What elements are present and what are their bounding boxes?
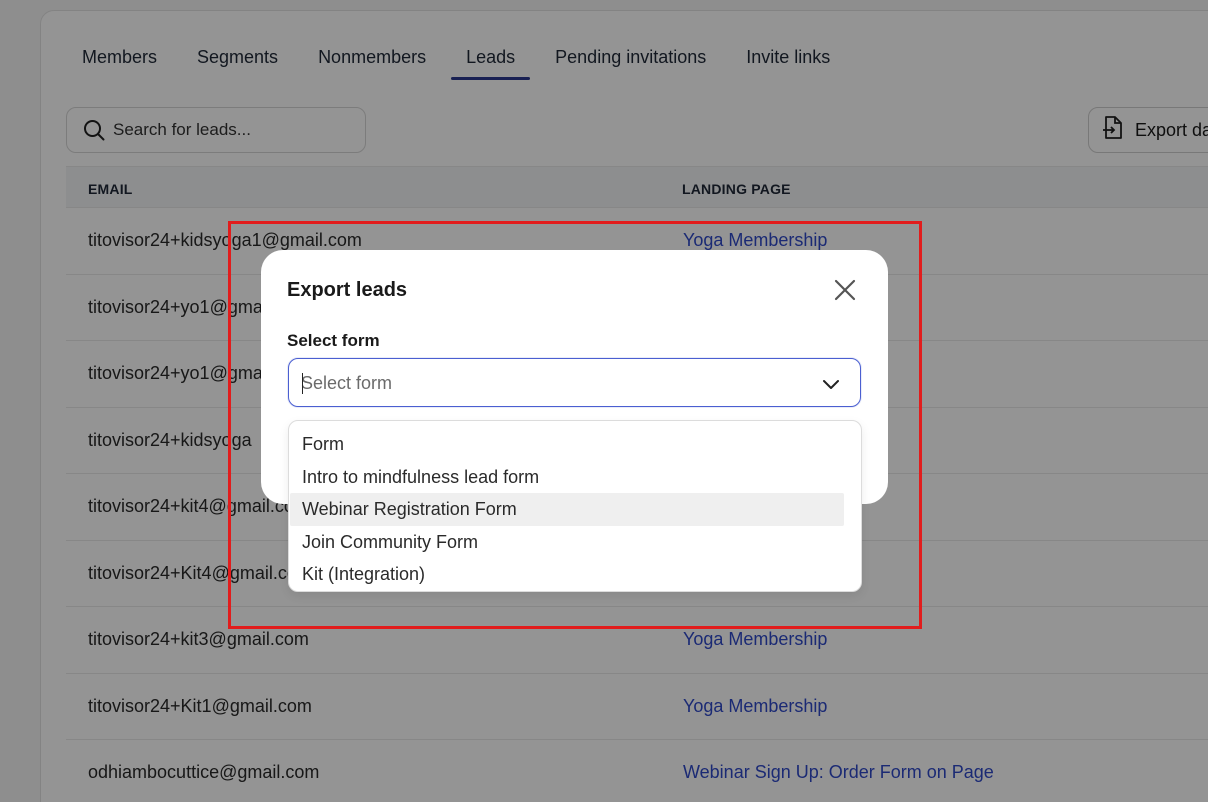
select-form-dropdown[interactable] <box>288 358 861 407</box>
chevron-down-icon[interactable] <box>821 374 841 394</box>
modal-title: Export leads <box>287 279 408 301</box>
option-webinar-registration-form[interactable]: Webinar Registration Form <box>290 493 844 526</box>
option-form[interactable]: Form <box>290 428 844 461</box>
close-button[interactable] <box>833 278 857 302</box>
close-icon <box>834 279 856 301</box>
option-join-community-form[interactable]: Join Community Form <box>290 526 844 559</box>
select-form-label: Select form <box>287 331 380 350</box>
text-caret <box>302 373 303 394</box>
select-form-input[interactable] <box>301 371 801 395</box>
form-options-list: Form Intro to mindfulness lead form Webi… <box>288 420 862 592</box>
option-kit-integration[interactable]: Kit (Integration) <box>290 558 844 591</box>
option-intro-to-mindfulness-lead-form[interactable]: Intro to mindfulness lead form <box>290 461 844 494</box>
